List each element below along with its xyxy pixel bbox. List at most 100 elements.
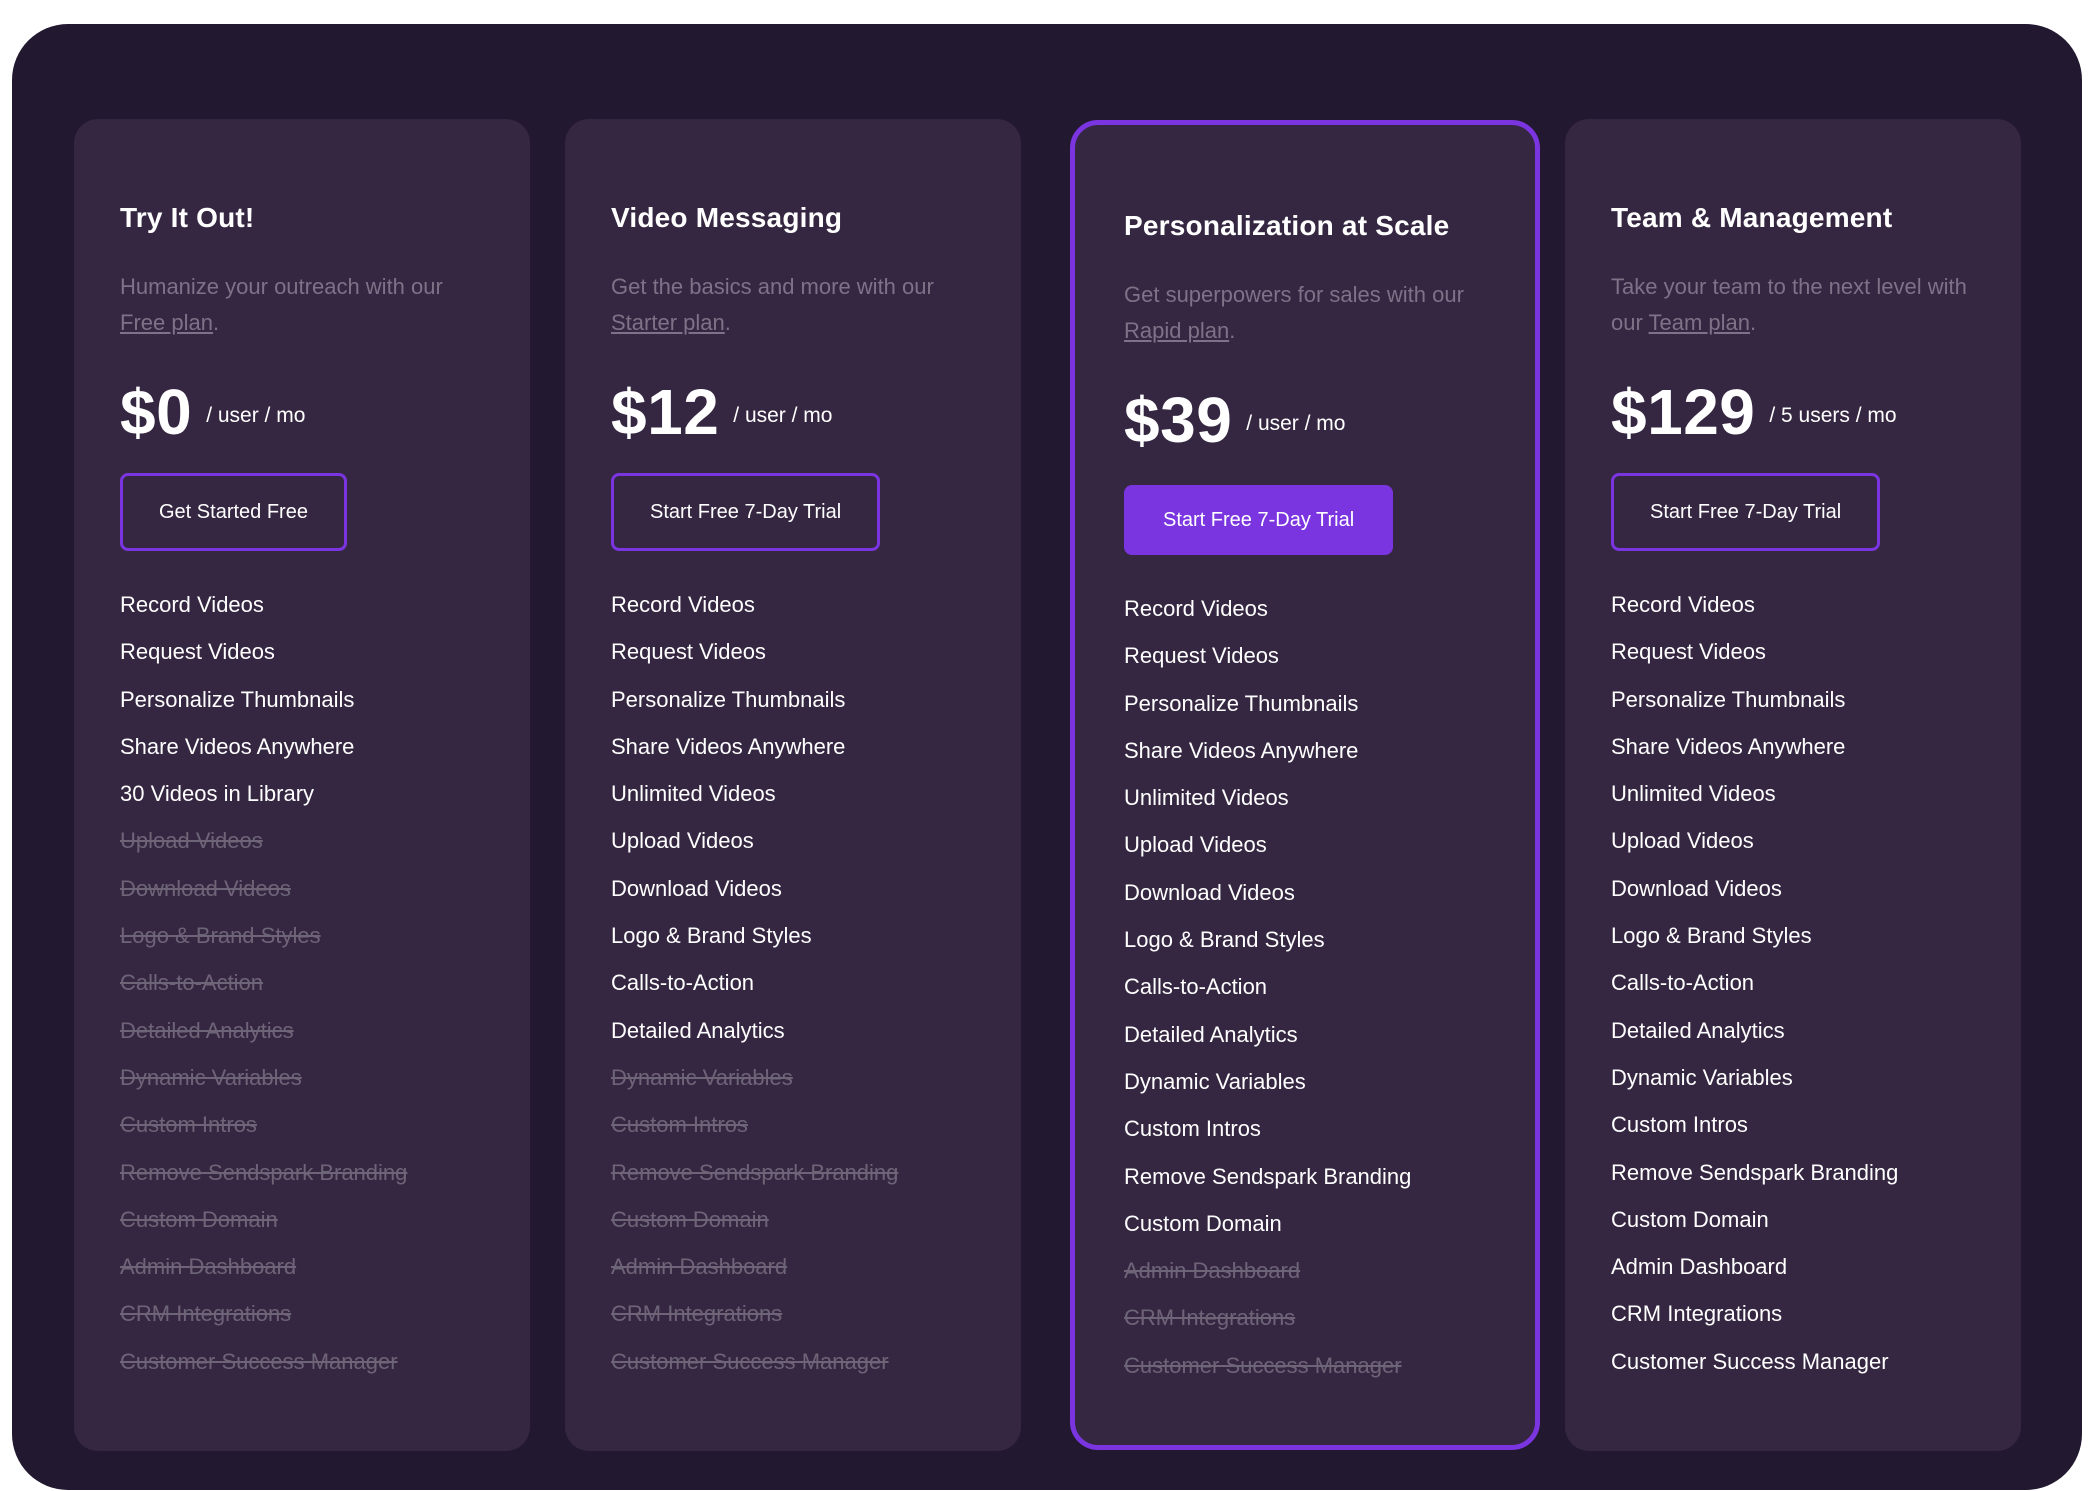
feature-item: Personalize Thumbnails: [611, 686, 846, 712]
feature-list: Record Videos Request Videos Personalize T…: [611, 581, 1001, 1385]
plan-link[interactable]: Free plan: [120, 310, 213, 335]
feature-item: Share Videos Anywhere: [1611, 733, 1846, 759]
feature-item: Custom Intros: [1124, 1116, 1261, 1142]
plan-link[interactable]: Team plan: [1649, 310, 1751, 335]
feature-item: Remove Sendspark Branding: [1611, 1159, 1899, 1185]
feature-list: Record Videos Request Videos Personalize T…: [1611, 581, 2001, 1385]
feature-item: Request Videos: [611, 639, 766, 665]
feature-item: Admin Dashboard: [1611, 1254, 1788, 1280]
feature-item-unavailable: Dynamic Variables: [611, 1064, 793, 1090]
price-row: $12 / user / mo: [611, 377, 1001, 447]
feature-item: Upload Videos: [1124, 832, 1267, 858]
feature-item: Customer Success Manager: [1611, 1348, 1889, 1374]
plan-link[interactable]: Rapid plan: [1124, 318, 1229, 343]
start-trial-button[interactable]: Start Free 7-Day Trial: [1611, 473, 1881, 551]
feature-item: Logo & Brand Styles: [611, 923, 812, 949]
plan-price: $129: [1611, 376, 1756, 448]
feature-item: Record Videos: [611, 592, 755, 617]
feature-item: Share Videos Anywhere: [1124, 737, 1359, 763]
feature-item-unavailable: Admin Dashboard: [611, 1254, 788, 1280]
feature-item: Request Videos: [1124, 643, 1279, 669]
feature-item: Dynamic Variables: [1124, 1068, 1306, 1094]
price-unit: / user / mo: [206, 404, 306, 427]
feature-item: Record Videos: [1124, 596, 1268, 621]
feature-item-unavailable: Remove Sendspark Branding: [611, 1159, 899, 1185]
feature-item: Calls-to-Action: [611, 970, 755, 996]
feature-item-unavailable: Dynamic Variables: [120, 1064, 302, 1090]
start-trial-button[interactable]: Start Free 7-Day Trial: [1124, 485, 1394, 555]
plan-title: Video Messaging: [611, 202, 843, 233]
price-unit: / user / mo: [1246, 412, 1346, 435]
feature-item-unavailable: Detailed Analytics: [120, 1017, 294, 1043]
feature-list: Record Videos Request Videos Personalize T…: [120, 581, 510, 1385]
plan-price: $39: [1124, 384, 1233, 456]
plan-description: Get superpowers for sales with our Rapid…: [1124, 282, 1464, 343]
feature-item-unavailable: Customer Success Manager: [120, 1348, 398, 1374]
plan-price: $0: [120, 376, 193, 448]
plan-title: Try It Out!: [120, 202, 255, 233]
feature-item-unavailable: Calls-to-Action: [120, 970, 264, 996]
feature-item: Share Videos Anywhere: [120, 733, 355, 759]
feature-item-unavailable: Admin Dashboard: [120, 1254, 297, 1280]
feature-item: Remove Sendspark Branding: [1124, 1163, 1412, 1189]
feature-item: Custom Domain: [1611, 1206, 1769, 1232]
start-trial-button[interactable]: Start Free 7-Day Trial: [611, 473, 881, 551]
plan-card-starter: Video Messaging Get the basics and more …: [565, 119, 1021, 1451]
feature-item: 30 Videos in Library: [120, 781, 315, 807]
price-unit: / user / mo: [733, 404, 833, 427]
plan-card-free: Try It Out! Humanize your outreach with …: [74, 119, 530, 1451]
feature-item: Detailed Analytics: [1611, 1017, 1785, 1043]
plan-description: Humanize your outreach with our Free pla…: [120, 274, 443, 335]
feature-item: Upload Videos: [1611, 828, 1754, 854]
feature-item-unavailable: Custom Domain: [611, 1206, 769, 1232]
feature-item: Upload Videos: [611, 828, 754, 854]
feature-item-unavailable: Customer Success Manager: [1124, 1352, 1402, 1378]
feature-item: Share Videos Anywhere: [611, 733, 846, 759]
feature-item: Unlimited Videos: [611, 781, 776, 807]
feature-item: Detailed Analytics: [611, 1017, 785, 1043]
plan-card-team: Team & Management Take your team to the …: [1565, 119, 2021, 1451]
price-row: $39 / user / mo: [1124, 385, 1515, 455]
feature-item-unavailable: CRM Integrations: [1124, 1305, 1296, 1331]
feature-item-unavailable: Remove Sendspark Branding: [120, 1159, 408, 1185]
feature-item: Calls-to-Action: [1611, 970, 1755, 996]
plan-card-rapid: Personalization at Scale Get superpowers…: [1070, 120, 1540, 1450]
feature-item: Record Videos: [120, 592, 264, 617]
plan-title: Personalization at Scale: [1124, 210, 1450, 241]
feature-item: Personalize Thumbnails: [120, 686, 355, 712]
pricing-panel: Try It Out! Humanize your outreach with …: [12, 24, 2082, 1490]
feature-item-unavailable: Custom Intros: [120, 1112, 257, 1138]
feature-item-unavailable: Download Videos: [120, 875, 291, 901]
feature-item: Request Videos: [120, 639, 275, 665]
feature-item: Personalize Thumbnails: [1611, 686, 1846, 712]
feature-item: Record Videos: [1611, 592, 1755, 617]
feature-item: Custom Domain: [1124, 1210, 1282, 1236]
feature-item: Download Videos: [1611, 875, 1782, 901]
get-started-free-button[interactable]: Get Started Free: [120, 473, 347, 551]
feature-item-unavailable: CRM Integrations: [120, 1301, 292, 1327]
price-row: $0 / user / mo: [120, 377, 510, 447]
feature-item-unavailable: CRM Integrations: [611, 1301, 783, 1327]
feature-list: Record Videos Request Videos Personalize T…: [1124, 585, 1515, 1389]
price-row: $129 / 5 users / mo: [1611, 377, 2001, 447]
price-unit: / 5 users / mo: [1769, 404, 1897, 427]
feature-item-unavailable: Customer Success Manager: [611, 1348, 889, 1374]
feature-item-unavailable: Custom Intros: [611, 1112, 748, 1138]
plan-price: $12: [611, 376, 720, 448]
feature-item: Logo & Brand Styles: [1611, 923, 1812, 949]
feature-item-unavailable: Custom Domain: [120, 1206, 278, 1232]
feature-item: CRM Integrations: [1611, 1301, 1783, 1327]
feature-item: Request Videos: [1611, 639, 1766, 665]
feature-item: Download Videos: [611, 875, 782, 901]
feature-item: Custom Intros: [1611, 1112, 1748, 1138]
feature-item-unavailable: Upload Videos: [120, 828, 263, 854]
plan-description: Take your team to the next level with ou…: [1611, 274, 1967, 335]
feature-item: Logo & Brand Styles: [1124, 927, 1325, 953]
plan-description: Get the basics and more with our Starter…: [611, 274, 934, 335]
feature-item: Detailed Analytics: [1124, 1021, 1298, 1047]
feature-item: Calls-to-Action: [1124, 974, 1268, 1000]
feature-item-unavailable: Logo & Brand Styles: [120, 923, 321, 949]
plan-link[interactable]: Starter plan: [611, 310, 725, 335]
feature-item-unavailable: Admin Dashboard: [1124, 1258, 1301, 1284]
feature-item: Unlimited Videos: [1124, 785, 1289, 811]
